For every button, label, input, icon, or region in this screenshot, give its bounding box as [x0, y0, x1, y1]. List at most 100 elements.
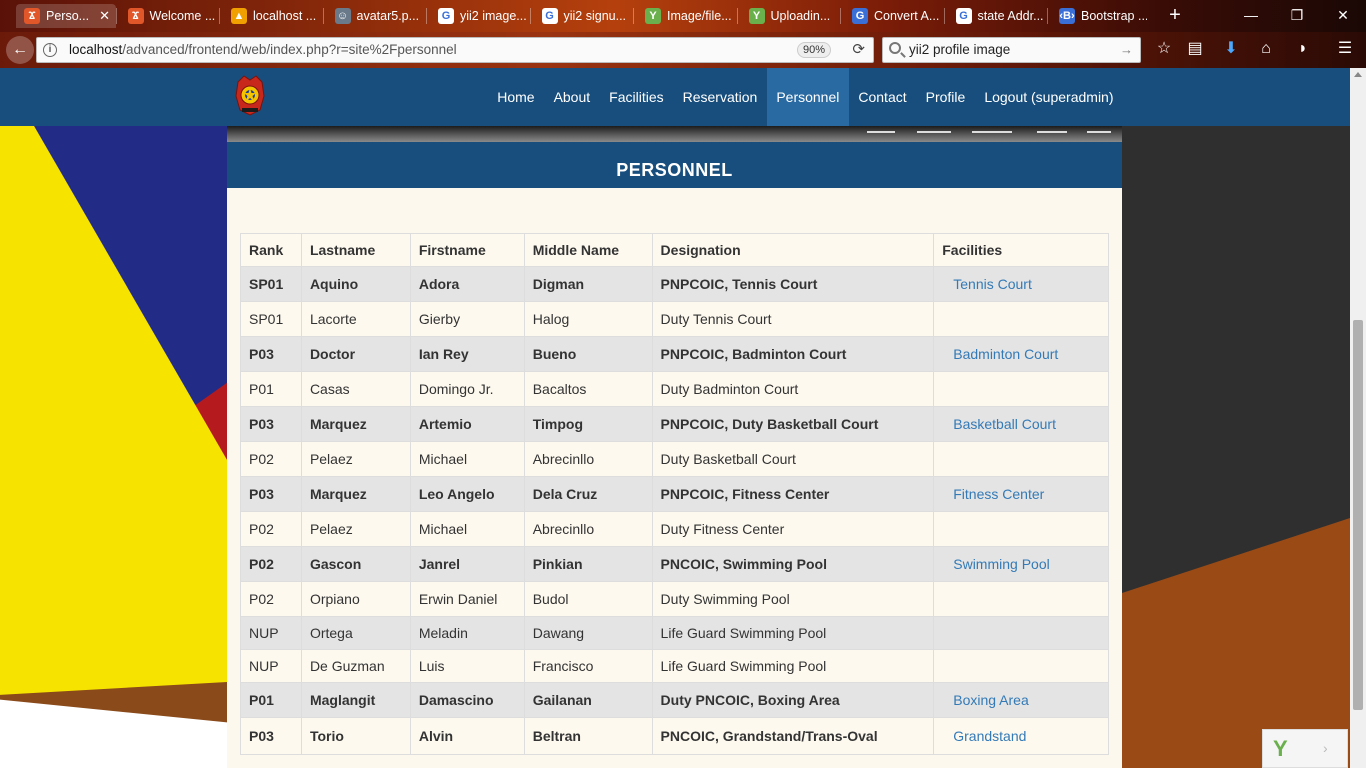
close-window-button[interactable]: ✕ [1328, 4, 1358, 26]
table-cell: Maglangit [300, 682, 411, 718]
browser-tab-6[interactable]: Y Image/file... [637, 4, 733, 28]
table-cell: P02 [240, 441, 302, 477]
chevron-right-icon[interactable]: › [1323, 740, 1328, 756]
reading-list-icon[interactable]: ▤ [1184, 38, 1206, 60]
column-header[interactable]: Facilities [933, 233, 1109, 267]
column-header[interactable]: Middle Name [523, 233, 653, 267]
nav-item-home[interactable]: Home [488, 68, 544, 126]
page-scrollbar[interactable] [1350, 68, 1366, 768]
table-cell: Duty Swimming Pool [651, 581, 935, 617]
table-cell: Artemio [409, 406, 525, 442]
page-viewport: Home About Facilities Reservation Personnel C… [0, 68, 1350, 768]
table-cell: P02 [240, 511, 302, 547]
pnp-logo-icon[interactable] [234, 74, 266, 116]
table-cell: Aquino [300, 266, 411, 302]
main-content: PERSONNEL Rank Lastname Firstname Middle Na… [227, 142, 1122, 768]
nav-item-personnel[interactable]: Personnel [766, 68, 849, 126]
nav-item-logout-superadmin[interactable]: Logout (superadmin) [975, 68, 1123, 126]
table-cell: Torio [300, 717, 411, 755]
table-cell: Gierby [409, 301, 525, 337]
pocket-icon[interactable]: ◗ [1292, 38, 1314, 60]
table-cell: Budol [523, 581, 653, 617]
table-cell: Lacorte [300, 301, 411, 337]
tab-favicon-icon: G [852, 7, 868, 24]
table-cell: Marquez [300, 406, 411, 442]
browser-tab-3[interactable]: ☺ avatar5.p... [327, 4, 423, 28]
table-cell: Timpog [523, 406, 653, 442]
table-cell: Digman [523, 266, 653, 302]
browser-tab-4[interactable]: Gyii2 image... [430, 4, 526, 28]
back-button[interactable]: ← [6, 36, 34, 64]
restore-window-button[interactable]: ❐ [1282, 4, 1312, 26]
table-cell: Bueno [523, 336, 653, 372]
address-bar[interactable]: i localhost/advanced/frontend/web/index.… [36, 37, 874, 63]
browser-tab-10[interactable]: ‹B› Bootstrap ... [1051, 4, 1147, 28]
scroll-up-icon[interactable] [1354, 72, 1362, 77]
search-input[interactable]: yii2 profile image [909, 38, 1010, 62]
table-cell: P01 [240, 371, 302, 407]
browser-tab-0[interactable]: Ϫ Perso... ✕ [16, 4, 116, 28]
browser-tab-8[interactable]: G Convert A... [844, 4, 940, 28]
column-header[interactable]: Designation [651, 233, 935, 267]
table-cell: Abrecinllo [523, 441, 653, 477]
facility-link[interactable]: Fitness Center [953, 486, 1044, 502]
nav-item-contact[interactable]: Contact [849, 68, 916, 126]
table-cell: Damascino [409, 682, 525, 718]
menu-hamburger-icon[interactable]: ☰ [1334, 38, 1356, 60]
downloads-icon[interactable]: ⬇ [1220, 38, 1242, 60]
page-title: PERSONNEL [227, 142, 1122, 188]
home-icon[interactable]: ⌂ [1255, 38, 1277, 60]
tab-favicon-icon: ‹B› [1059, 7, 1075, 24]
search-bar[interactable]: yii2 profile image → [882, 37, 1141, 63]
zoom-level-badge[interactable]: 90% [797, 42, 832, 58]
table-cell-facility: Fitness Center [933, 476, 1109, 512]
facility-link[interactable]: Boxing Area [953, 692, 1029, 708]
tab-favicon-icon: Y [748, 7, 765, 24]
table-cell: Pelaez [300, 511, 411, 547]
table-cell: Luis [409, 649, 525, 683]
column-header[interactable]: Firstname [409, 233, 525, 267]
column-header[interactable]: Rank [240, 233, 302, 267]
nav-item-facilities[interactable]: Facilities [600, 68, 673, 126]
table-cell: Duty Basketball Court [651, 441, 935, 477]
new-tab-button[interactable]: + [1163, 3, 1187, 27]
browser-tab-5[interactable]: Gyii2 signu... [534, 4, 630, 28]
yii-logo-icon[interactable]: Y [1273, 736, 1288, 762]
facility-link[interactable]: Swimming Pool [953, 556, 1049, 572]
scrollbar-thumb[interactable] [1353, 320, 1363, 710]
tab-label: Welcome ... [149, 9, 216, 23]
nav-item-profile[interactable]: Profile [916, 68, 975, 126]
table-cell-facility [933, 649, 1109, 683]
tab-favicon-icon: G [438, 7, 454, 24]
column-header[interactable]: Lastname [300, 233, 411, 267]
close-tab-icon[interactable]: ✕ [99, 4, 110, 28]
browser-tab-9[interactable]: Gstate Addr... [948, 4, 1044, 28]
yii-debug-toolbar[interactable]: Y › [1262, 729, 1348, 768]
table-cell: Dela Cruz [523, 476, 653, 512]
bookmark-star-icon[interactable]: ☆ [1153, 38, 1175, 60]
table-cell-facility [933, 301, 1109, 337]
search-go-icon[interactable]: → [1120, 38, 1133, 62]
table-row: SP01 Aquino Adora Digman PNPCOIC, Tennis Cou… [240, 266, 1109, 302]
table-cell: Gailanan [523, 682, 653, 718]
table-cell: SP01 [240, 301, 302, 337]
table-row: P03 Torio Alvin Beltran PNCOIC, Grandstand/T… [240, 717, 1109, 755]
nav-item-about[interactable]: About [544, 68, 600, 126]
nav-item-reservation[interactable]: Reservation [673, 68, 767, 126]
facility-link[interactable]: Grandstand [953, 728, 1026, 744]
browser-tab-1[interactable]: Ϫ Welcome ... [120, 4, 216, 28]
table-cell: De Guzman [300, 649, 411, 683]
table-cell: SP01 [240, 266, 302, 302]
facility-link[interactable]: Basketball Court [953, 416, 1056, 432]
tab-label: localhost ... [253, 9, 317, 23]
table-cell: Erwin Daniel [409, 581, 525, 617]
facility-link[interactable]: Tennis Court [953, 276, 1032, 292]
table-cell: Ortega [300, 616, 411, 650]
table-cell: Life Guard Swimming Pool [651, 649, 935, 683]
reload-icon[interactable]: ⟳ [852, 40, 865, 58]
site-info-icon[interactable]: i [43, 43, 57, 57]
browser-tab-2[interactable]: ▲ localhost ... [223, 4, 319, 28]
facility-link[interactable]: Badminton Court [953, 346, 1058, 362]
browser-tab-7[interactable]: Y Uploadin... [741, 4, 837, 28]
minimize-window-button[interactable]: — [1236, 4, 1266, 26]
